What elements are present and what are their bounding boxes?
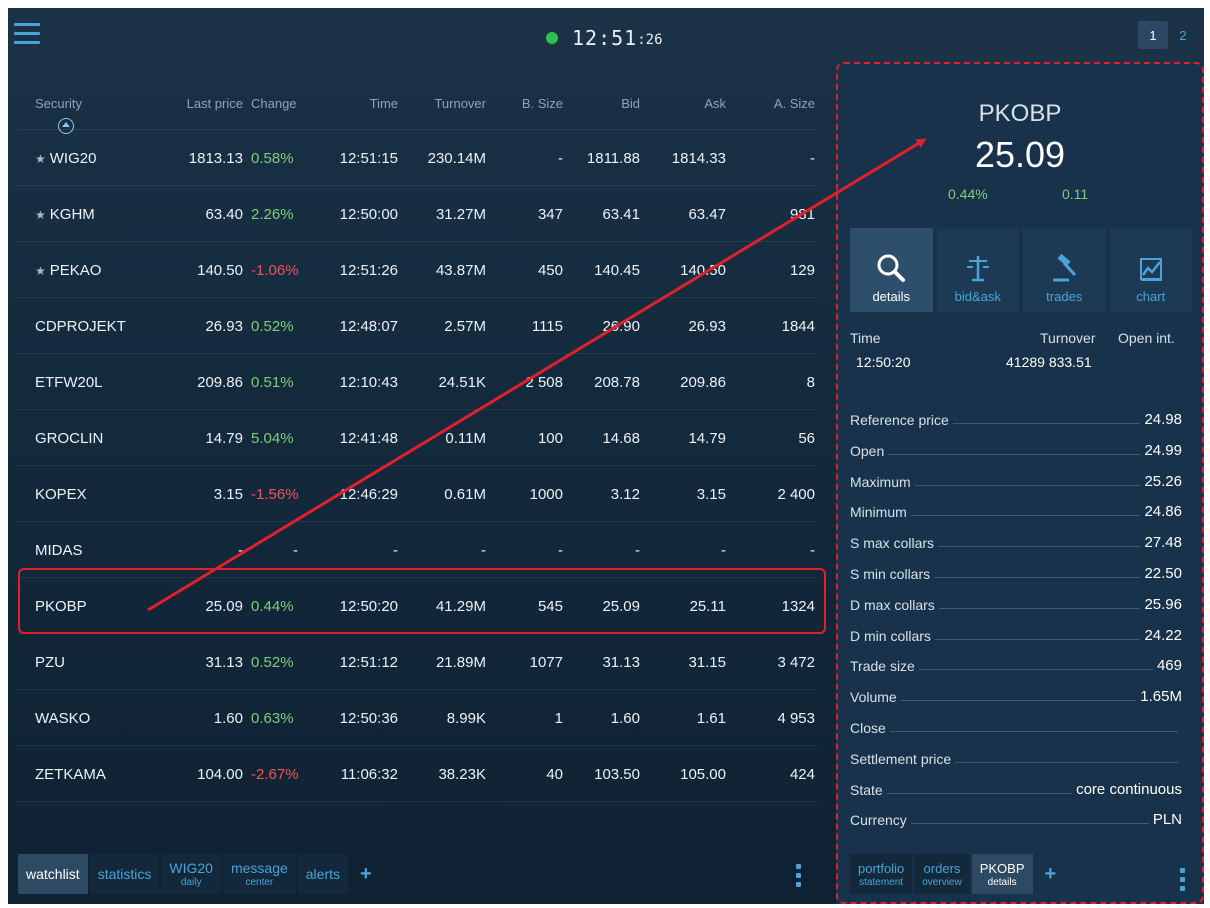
trading-app: 12:51 :26 1 2 Security Last price Change…: [8, 8, 1204, 904]
annotation-arrow: [147, 138, 927, 612]
